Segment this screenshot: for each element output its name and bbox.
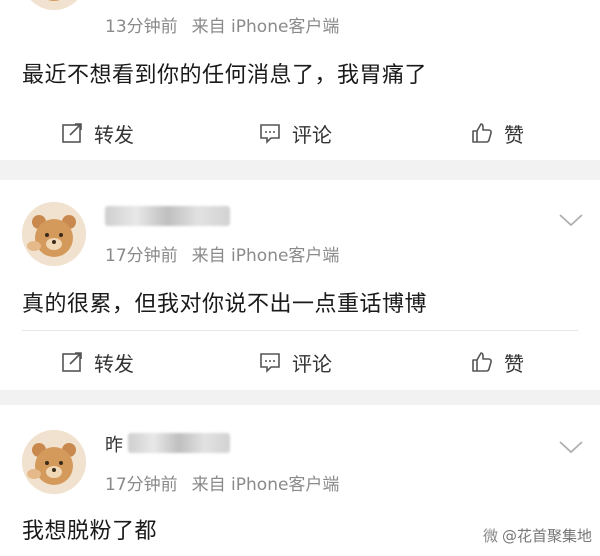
post-meta: 17分钟前 来自 iPhone客户端 xyxy=(105,470,339,495)
user-avatar[interactable] xyxy=(22,430,86,494)
username-prefix[interactable]: 昨 xyxy=(105,431,123,457)
comment-icon xyxy=(260,353,280,373)
like-label: 赞 xyxy=(504,351,524,376)
repost-button[interactable]: 转发 xyxy=(60,113,134,153)
like-icon xyxy=(472,352,492,372)
divider xyxy=(22,330,578,331)
action-bar: 转发 评论 赞 xyxy=(0,113,600,153)
post-content: 最近不想看到你的任何消息了，我胃痛了 xyxy=(22,63,428,88)
like-icon xyxy=(472,123,492,143)
watermark: 微 @花首聚集地 xyxy=(483,525,592,546)
comment-icon xyxy=(260,124,280,144)
user-avatar[interactable] xyxy=(22,0,86,10)
comment-label: 评论 xyxy=(292,122,332,147)
post-content: 我想脱粉了都 xyxy=(22,519,158,544)
bear-avatar-icon xyxy=(22,430,86,494)
repost-icon xyxy=(62,352,82,372)
repost-button[interactable]: 转发 xyxy=(60,342,134,382)
post-card-2: 17分钟前 来自 iPhone客户端 真的很累，但我对你说不出一点重话博博 转发 … xyxy=(0,180,600,390)
post-source: 来自 iPhone客户端 xyxy=(191,246,340,266)
post-time: 13分钟前 xyxy=(105,17,178,37)
repost-label: 转发 xyxy=(94,351,134,376)
post-source: 来自 iPhone客户端 xyxy=(191,475,340,495)
comment-label: 评论 xyxy=(292,351,332,376)
bear-avatar-icon xyxy=(30,0,78,10)
post-time: 17分钟前 xyxy=(105,246,178,266)
chevron-down-icon[interactable] xyxy=(556,210,586,230)
like-label: 赞 xyxy=(504,122,524,147)
post-card-1: 13分钟前 来自 iPhone客户端 最近不想看到你的任何消息了，我胃痛了 转发 … xyxy=(0,0,600,160)
comment-button[interactable]: 评论 xyxy=(258,113,332,153)
post-meta: 13分钟前 来自 iPhone客户端 xyxy=(105,12,339,37)
username-redacted[interactable] xyxy=(128,433,230,453)
post-meta: 17分钟前 来自 iPhone客户端 xyxy=(105,241,339,266)
post-source: 来自 iPhone客户端 xyxy=(191,17,340,37)
post-time: 17分钟前 xyxy=(105,475,178,495)
like-button[interactable]: 赞 xyxy=(470,342,524,382)
user-avatar[interactable] xyxy=(22,202,86,266)
like-button[interactable]: 赞 xyxy=(470,113,524,153)
bear-avatar-icon xyxy=(22,202,86,266)
username-redacted[interactable] xyxy=(105,206,230,226)
post-content: 真的很累，但我对你说不出一点重话博博 xyxy=(22,292,428,317)
action-bar: 转发 评论 赞 xyxy=(0,342,600,382)
chevron-down-icon[interactable] xyxy=(556,437,586,457)
weibo-logo-icon: 微 xyxy=(482,527,498,545)
repost-icon xyxy=(62,123,82,143)
comment-button[interactable]: 评论 xyxy=(258,342,332,382)
repost-label: 转发 xyxy=(94,122,134,147)
watermark-text: @花首聚集地 xyxy=(501,527,592,545)
